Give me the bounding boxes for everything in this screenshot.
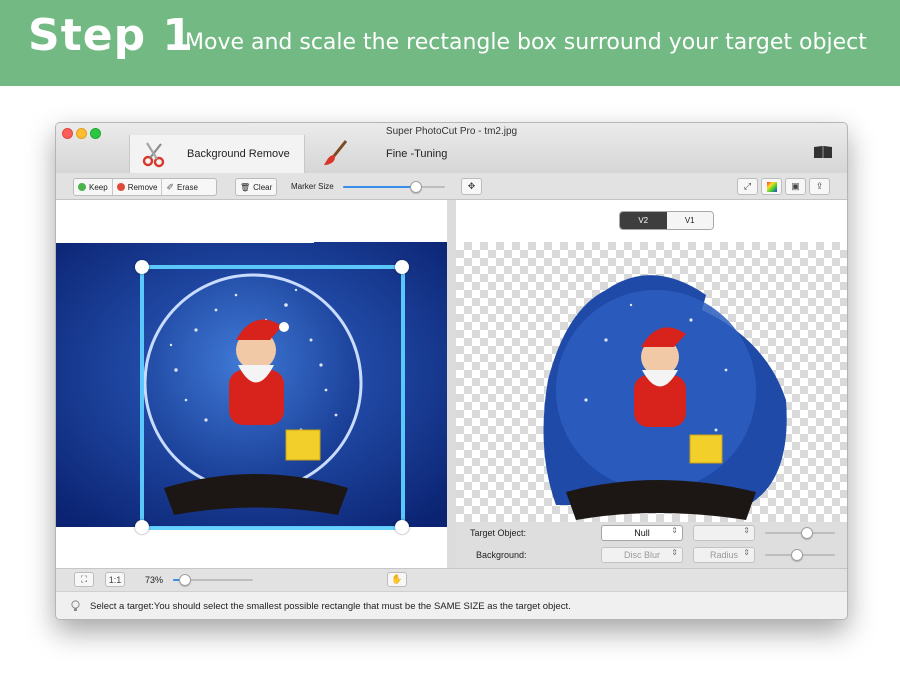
fit-image-button[interactable]: ⤢ <box>737 178 758 195</box>
background-slider-knob[interactable] <box>790 549 803 561</box>
target-object-label: Target Object: <box>470 528 527 538</box>
selection-handle-top-right[interactable] <box>395 260 409 274</box>
chevron-updown-icon: ⇕ <box>743 526 750 535</box>
hand-tool-button[interactable]: ✋ <box>387 572 407 587</box>
actual-size-label: 1:1 <box>108 574 122 585</box>
minus-icon <box>116 183 125 191</box>
marker-size-knob[interactable] <box>410 181 423 193</box>
fit-to-window-button[interactable]: ⛶ <box>74 572 94 587</box>
selection-handle-bottom-right[interactable] <box>395 520 409 534</box>
color-picker-button[interactable] <box>761 178 782 195</box>
remove-label: Remove <box>127 182 158 192</box>
status-bar: Select a target:You should select the sm… <box>56 591 847 619</box>
trash-icon: 🗑 <box>240 182 251 192</box>
hand-icon: ✋ <box>391 574 403 584</box>
zoom-bar: ⛶ 1:1 73% ✋ <box>56 568 847 591</box>
move-tool-button[interactable]: ✥ <box>461 178 482 195</box>
target-object-select[interactable]: Null ⇕ <box>601 525 683 541</box>
pane-divider[interactable] <box>447 200 456 568</box>
app-window: Super PhotoCut Pro - tm2.jpg Background … <box>55 122 848 620</box>
fit-image-icon: ⤢ <box>743 181 752 191</box>
paintbrush-icon <box>324 140 348 165</box>
title-bar: Super PhotoCut Pro - tm2.jpg Background … <box>56 123 847 174</box>
zoom-slider-knob[interactable] <box>179 574 191 586</box>
color-picker-icon <box>766 181 777 192</box>
cutout-result-image <box>543 275 787 520</box>
export-icon: ⇪ <box>815 181 824 191</box>
marker-size-label: Marker Size <box>291 182 334 191</box>
clear-button[interactable]: 🗑 Clear <box>235 178 277 196</box>
marker-mode-group: Keep Remove ✐ Erase <box>73 178 217 196</box>
background-value: Disc Blur <box>623 550 660 560</box>
target-object-slider[interactable] <box>765 532 835 534</box>
settings-panel: Target Object: Null ⇕ ⇕ Background: Disc… <box>456 522 847 568</box>
book-icon[interactable] <box>813 145 833 159</box>
selection-handle-bottom-left[interactable] <box>135 520 149 534</box>
clear-label: Clear <box>253 182 273 192</box>
version-v2-button[interactable]: V2 <box>620 212 667 229</box>
remove-button[interactable]: Remove <box>113 179 163 195</box>
radius-value: Radius <box>709 550 738 560</box>
chevron-updown-icon: ⇕ <box>743 548 750 557</box>
background-image-button[interactable]: ▣ <box>785 178 806 195</box>
keep-button[interactable]: Keep <box>74 179 113 195</box>
result-canvas: V2 V1 Target Object: Null ⇕ ⇕ Background… <box>456 200 847 568</box>
fit-screen-icon: ⛶ <box>80 574 88 584</box>
radius-select[interactable]: Radius ⇕ <box>693 547 755 563</box>
export-button[interactable]: ⇪ <box>809 178 830 195</box>
step-heading: Step 1 <box>28 10 194 61</box>
move-icon: ✥ <box>467 181 476 191</box>
tab-background-remove-label: Background Remove <box>187 148 290 160</box>
selection-handle-top-left[interactable] <box>135 260 149 274</box>
background-label: Background: <box>476 550 527 560</box>
background-image-icon: ▣ <box>791 181 800 191</box>
step-description: Move and scale the rectangle box surroun… <box>185 30 867 55</box>
version-toggle: V2 V1 <box>619 211 714 230</box>
target-object-value: Null <box>634 528 650 538</box>
version-v1-button[interactable]: V1 <box>666 212 713 229</box>
background-select[interactable]: Disc Blur ⇕ <box>601 547 683 563</box>
actual-size-button[interactable]: 1:1 <box>105 572 125 587</box>
santa-snow-globe-image <box>56 240 447 530</box>
zoom-percentage: 73% <box>145 575 164 585</box>
target-object-slider-knob[interactable] <box>801 527 813 539</box>
instruction-banner: Step 1 Move and scale the rectangle box … <box>0 0 900 86</box>
erase-button[interactable]: ✐ Erase <box>162 179 201 195</box>
keep-label: Keep <box>89 182 108 192</box>
source-canvas[interactable] <box>56 200 447 568</box>
status-message: Select a target:You should select the sm… <box>90 601 571 612</box>
eraser-icon: ✐ <box>166 181 175 192</box>
scissors-icon <box>142 142 165 168</box>
tab-fine-tuning-label: Fine -Tuning <box>386 148 448 160</box>
marker-size-slider[interactable] <box>343 186 445 188</box>
target-object-option-select[interactable]: ⇕ <box>693 525 755 541</box>
marker-size-fill <box>343 186 417 188</box>
toolbar: Keep Remove ✐ Erase 🗑 Clear Marker Size … <box>56 173 847 200</box>
plus-icon <box>78 183 86 191</box>
lightbulb-icon <box>71 600 80 611</box>
chevron-updown-icon: ⇕ <box>671 548 678 557</box>
chevron-updown-icon: ⇕ <box>671 526 678 535</box>
erase-label: Erase <box>177 182 198 192</box>
